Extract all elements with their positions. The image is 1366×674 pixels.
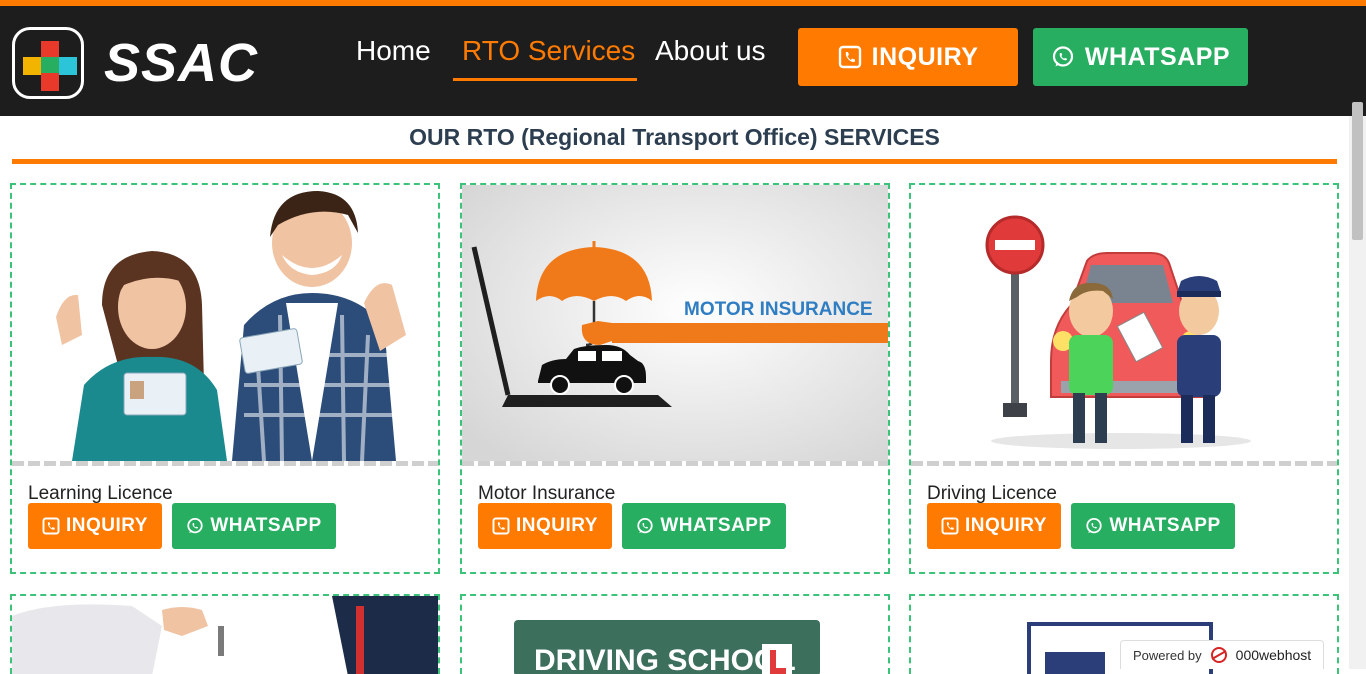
card-title: Driving Licence <box>927 483 1057 504</box>
nav-link-about-us[interactable]: About us <box>655 34 766 68</box>
card-inquiry-label: INQUIRY <box>516 515 598 536</box>
nav-link-home[interactable]: Home <box>356 34 431 68</box>
nav-inquiry-label: INQUIRY <box>871 42 979 71</box>
webhost-icon <box>1210 647 1227 663</box>
card-title: Learning Licence <box>28 483 173 504</box>
driving-school-image-text: DRIVING SCHOOL <box>534 644 796 674</box>
logo-square-cyan <box>59 57 77 75</box>
service-card-driving-licence: Driving Licence INQUIRY WHATSAPP <box>909 183 1339 574</box>
card-inquiry-button[interactable]: INQUIRY <box>28 503 162 549</box>
section-title: OUR RTO (Regional Transport Office) SERV… <box>409 124 940 150</box>
service-card-learning-licence: Learning Licence INQUIRY WHATSAPP <box>10 183 440 574</box>
nav-whatsapp-label: WHATSAPP <box>1084 42 1231 71</box>
motor-insurance-image: MOTOR INSURANCE <box>462 185 888 461</box>
phone-icon <box>42 517 60 535</box>
phone-icon <box>838 45 861 69</box>
driving-school-image: DRIVING SCHOOL <box>462 596 888 674</box>
phone-icon <box>492 517 510 535</box>
service-card-motor-insurance: MOTOR INSURANCE Motor Insurance INQUIRY … <box>460 183 890 574</box>
card-divider <box>462 461 888 466</box>
card-inquiry-button[interactable]: INQUIRY <box>478 503 612 549</box>
car-keys-image <box>12 596 438 674</box>
whatsapp-icon <box>637 517 653 534</box>
card-whatsapp-label: WHATSAPP <box>1109 515 1221 536</box>
card-inquiry-label: INQUIRY <box>66 515 148 536</box>
navbar: SSAC Home RTO Services About us INQUIRY … <box>0 6 1366 116</box>
nav-active-underline <box>453 78 637 81</box>
card-whatsapp-button[interactable]: WHATSAPP <box>172 503 336 549</box>
powered-by-brand: 000webhost <box>1235 647 1312 663</box>
whatsapp-icon <box>1052 46 1073 67</box>
powered-by-prefix: Powered by <box>1133 647 1202 663</box>
scrollbar-thumb[interactable] <box>1352 102 1363 240</box>
whatsapp-icon <box>1086 517 1102 534</box>
nav-link-rto-services[interactable]: RTO Services <box>462 34 635 68</box>
phone-icon <box>941 517 959 535</box>
nav-inquiry-button[interactable]: INQUIRY <box>798 28 1018 86</box>
card-divider <box>12 461 438 466</box>
card-title: Motor Insurance <box>478 483 616 504</box>
service-card-row2-1 <box>10 594 440 674</box>
whatsapp-icon <box>187 517 203 534</box>
logo-icon[interactable] <box>12 27 84 99</box>
card-whatsapp-label: WHATSAPP <box>210 515 322 536</box>
card-inquiry-button[interactable]: INQUIRY <box>927 503 1061 549</box>
logo-text[interactable]: SSAC <box>104 36 258 90</box>
section-title-rule <box>12 159 1337 164</box>
motor-insurance-image-text: MOTOR INSURANCE <box>684 299 873 320</box>
powered-by-badge[interactable]: Powered by 000webhost <box>1120 640 1324 669</box>
driving-licence-image <box>911 185 1337 461</box>
card-inquiry-label: INQUIRY <box>965 515 1047 536</box>
page-scrollbar[interactable] <box>1349 102 1366 669</box>
card-whatsapp-button[interactable]: WHATSAPP <box>622 503 786 549</box>
logo-square-red-bottom <box>41 73 59 91</box>
card-whatsapp-button[interactable]: WHATSAPP <box>1071 503 1235 549</box>
learning-licence-image <box>12 185 438 461</box>
logo-square-yellow <box>23 57 41 75</box>
service-card-row2-2: DRIVING SCHOOL <box>460 594 890 674</box>
card-divider <box>911 461 1337 466</box>
card-whatsapp-label: WHATSAPP <box>660 515 772 536</box>
nav-whatsapp-button[interactable]: WHATSAPP <box>1033 28 1248 86</box>
